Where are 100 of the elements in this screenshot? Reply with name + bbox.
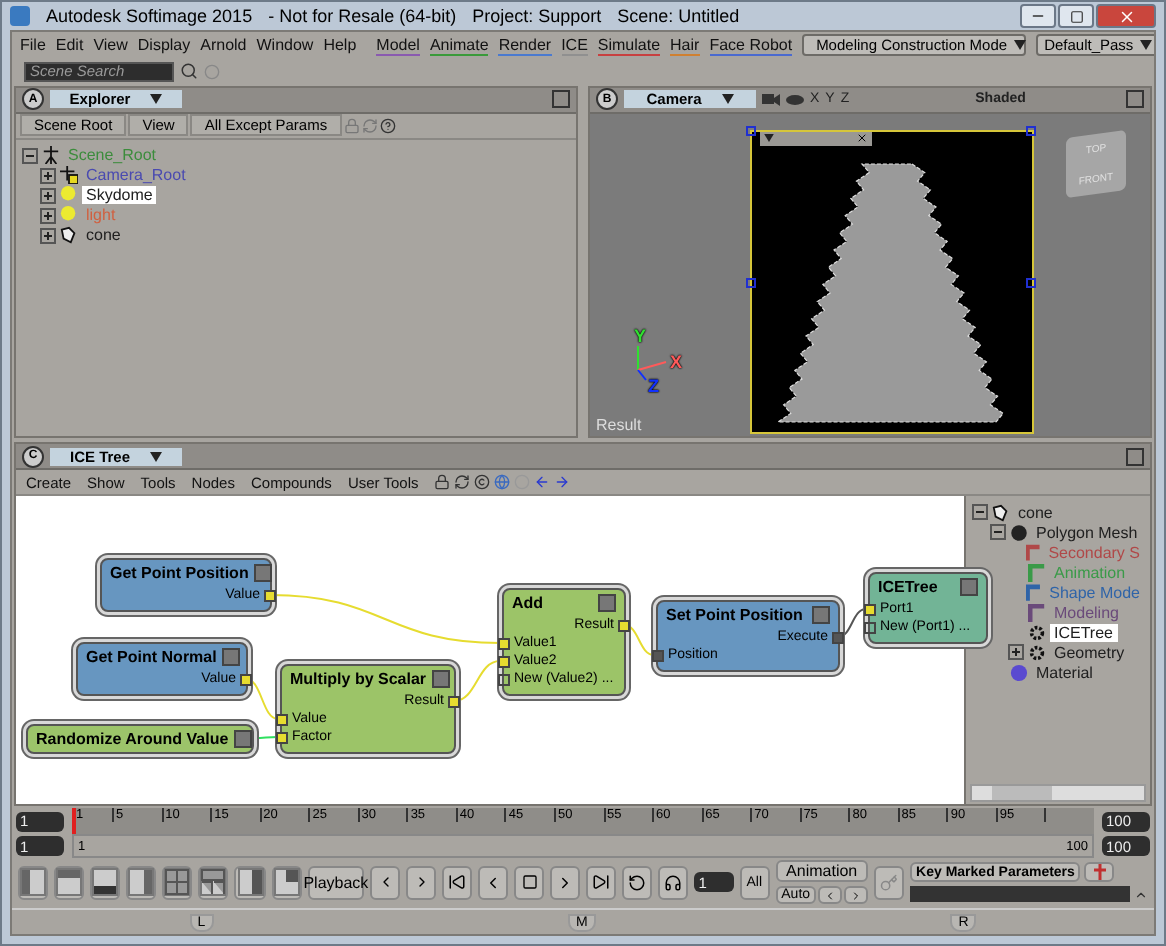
collapse-icon[interactable] (22, 147, 38, 163)
node-menu-icon[interactable] (254, 564, 273, 582)
node-title: Randomize Around Value (36, 730, 229, 748)
tree-item[interactable]: Material (1032, 663, 1097, 681)
node-title: Set Point Position (666, 606, 803, 624)
minimize-button[interactable] (1020, 4, 1056, 28)
help-icon[interactable] (379, 117, 396, 133)
layout-icon (273, 868, 300, 897)
maximize-icon[interactable] (1126, 90, 1144, 108)
tree-item[interactable]: cone (1014, 503, 1057, 521)
audio-button[interactable] (658, 865, 689, 900)
expand-icon[interactable] (40, 167, 56, 183)
layout-icon (164, 868, 191, 897)
module-menu[interactable]: ICE (561, 35, 588, 56)
layout-icon (56, 868, 83, 897)
loop-button[interactable] (622, 865, 653, 900)
frame-handle[interactable] (746, 125, 756, 135)
collapse-icon[interactable] (972, 504, 988, 520)
last-frame-button[interactable] (586, 865, 617, 900)
frame-handle[interactable] (1026, 277, 1036, 287)
module-menu[interactable]: Animate (429, 35, 489, 56)
expand-icon[interactable] (1008, 644, 1024, 660)
mesh-icon (992, 503, 1010, 521)
node-menu-icon[interactable] (960, 578, 978, 596)
module-menu[interactable]: Simulate (597, 35, 661, 56)
caret-icon (150, 451, 162, 461)
expand-icon[interactable] (40, 207, 56, 223)
caret-icon (1139, 40, 1152, 51)
maximize-icon (1069, 9, 1083, 23)
camera-icon[interactable] (762, 91, 780, 107)
node-title: Multiply by Scalar (290, 670, 427, 688)
node-menu-icon[interactable] (812, 606, 830, 624)
layout-button[interactable] (234, 865, 266, 900)
window-title: Scene: Untitled (617, 6, 740, 26)
key-figure-button[interactable] (1084, 862, 1115, 883)
horizontal-scrollbar[interactable] (970, 784, 1146, 802)
tree-item[interactable]: Skydome (82, 186, 157, 204)
module-menu[interactable]: Hair (670, 35, 700, 56)
playback-menu[interactable]: Playback (307, 865, 365, 900)
layout-button[interactable] (126, 865, 157, 900)
collapse-icon[interactable] (990, 524, 1006, 540)
close-icon[interactable] (856, 132, 868, 144)
tree-item[interactable]: ICETree (1050, 623, 1117, 641)
arrow-left-icon[interactable] (534, 474, 551, 490)
node-menu-icon[interactable] (222, 648, 241, 666)
frame-handle[interactable] (746, 277, 756, 287)
layout-button[interactable] (54, 865, 85, 900)
menu-item[interactable]: File (20, 36, 46, 55)
eye-icon[interactable] (786, 91, 804, 107)
node-menu-icon[interactable] (234, 730, 253, 748)
refresh-icon[interactable] (454, 474, 471, 490)
search-icon[interactable] (180, 62, 198, 81)
menu-item[interactable]: Display (137, 36, 191, 55)
module-menu[interactable]: Model (376, 35, 420, 56)
maximize-button[interactable] (1058, 4, 1094, 28)
copyright-icon[interactable] (474, 474, 491, 490)
skip-back-icon (448, 872, 467, 893)
stop-icon (521, 874, 538, 891)
frame-handle[interactable] (1026, 125, 1036, 135)
stop-button[interactable] (514, 865, 545, 900)
node-menu-icon[interactable] (432, 670, 451, 688)
expand-icon[interactable] (40, 187, 56, 203)
polygon-icon (1010, 523, 1028, 541)
menu-item[interactable]: Window (256, 36, 314, 55)
next-button[interactable] (844, 886, 869, 905)
tree-item[interactable]: cone (82, 226, 125, 244)
maximize-icon[interactable] (1126, 447, 1144, 465)
viewport-caption: Result (596, 416, 642, 434)
animation-menu[interactable]: Animation (775, 860, 869, 883)
module-menu[interactable]: Render (498, 35, 552, 56)
caret-icon[interactable] (764, 134, 774, 142)
menu-item[interactable]: Edit (55, 36, 84, 55)
expand-icon[interactable] (40, 227, 56, 243)
layout-button[interactable] (198, 865, 229, 900)
menu-item[interactable]: View (93, 36, 128, 55)
caret-icon (721, 94, 734, 104)
lock-icon[interactable] (434, 474, 451, 490)
node-title: Get Point Position (110, 564, 249, 582)
close-button[interactable] (1096, 4, 1156, 28)
loop-icon (628, 873, 647, 892)
previous-button[interactable] (818, 886, 843, 905)
node-menu-icon[interactable] (598, 594, 616, 612)
layout-button[interactable] (18, 865, 49, 900)
node-title: ICETree (878, 578, 938, 596)
first-frame-button[interactable] (442, 865, 473, 900)
arrow-right-icon[interactable] (554, 474, 571, 490)
menu-item[interactable]: Help (323, 36, 357, 55)
graph-node[interactable]: Randomize Around Value (26, 724, 254, 754)
layout-button[interactable] (271, 865, 302, 900)
menu-item[interactable]: Arnold (200, 36, 247, 55)
layout-button[interactable] (90, 865, 121, 900)
maximize-icon[interactable] (552, 90, 570, 108)
expand-up-icon[interactable] (1134, 887, 1149, 902)
chevron-right-icon (850, 889, 863, 902)
previous-key-button[interactable] (370, 865, 401, 900)
module-menu[interactable]: Face Robot (709, 35, 793, 56)
skip-forward-icon (592, 872, 611, 893)
tree-item[interactable]: Polygon Mesh (1032, 523, 1142, 541)
tree-item[interactable]: Geometry (1050, 643, 1129, 661)
layout-button[interactable] (162, 865, 193, 900)
